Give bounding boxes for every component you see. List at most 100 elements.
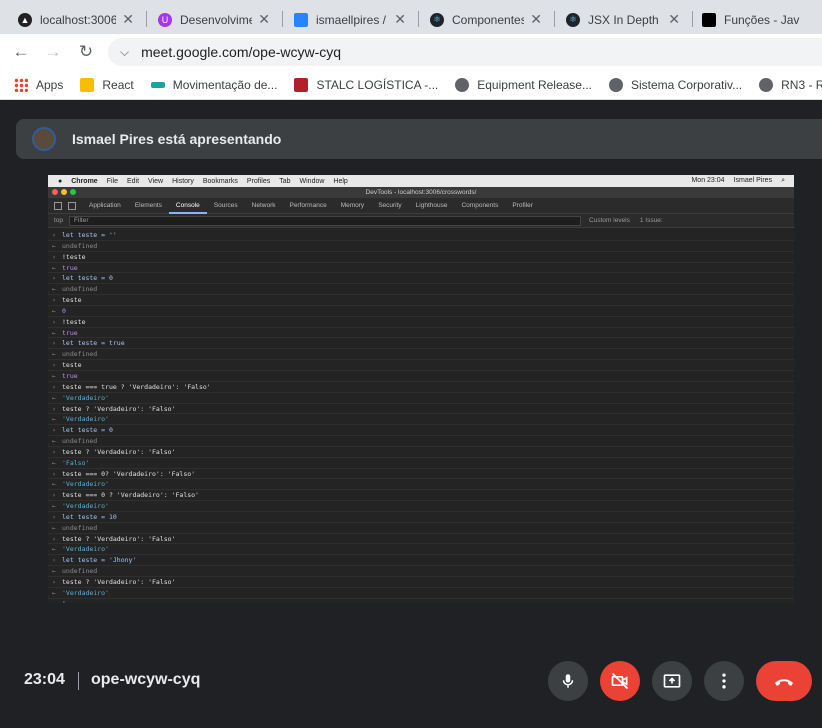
- prompt-chevron-icon: ›: [52, 274, 56, 283]
- menu-user: Ismael Pires: [733, 177, 773, 184]
- more-options-button[interactable]: [704, 661, 744, 701]
- close-icon[interactable]: ✕: [258, 11, 270, 28]
- bookmark-rn3[interactable]: RN3 - Reg: [759, 77, 822, 92]
- search-icon: ⌕: [781, 177, 785, 184]
- meeting-clock: 23:04: [24, 671, 65, 688]
- shared-screen: ● Chrome File Edit View History Bookmark…: [48, 175, 794, 603]
- console-text: 'Verdadeiro': [62, 415, 109, 424]
- close-icon[interactable]: ✕: [668, 11, 680, 28]
- result-arrow-icon: ←: [52, 458, 56, 467]
- console-text: 'Verdadeiro': [62, 393, 109, 402]
- console-text: undefined: [62, 285, 98, 294]
- camera-off-button[interactable]: [600, 661, 640, 701]
- browser-tab[interactable]: ismaellpires / ✕: [284, 5, 416, 34]
- browser-tab[interactable]: Funções - Jav: [692, 5, 822, 34]
- bookmark-sistema[interactable]: Sistema Corporativ...: [608, 77, 742, 92]
- menu-item: Bookmarks: [202, 177, 238, 185]
- prompt-chevron-icon: ›: [52, 252, 56, 261]
- bookmark-movimentacao[interactable]: Movimentação de...: [150, 78, 277, 92]
- console-line: › teste ? 'Verdadeiro': 'Falso': [48, 404, 794, 415]
- bookmark-stalc[interactable]: STALC LOGÍSTICA -...: [294, 77, 439, 92]
- udemy-icon: U: [158, 12, 172, 27]
- console-line: ← 'Verdadeiro': [48, 544, 794, 556]
- bookmark-label: STALC LOGÍSTICA -...: [316, 77, 439, 92]
- browser-tab[interactable]: ⚛ JSX In Depth ✕: [556, 5, 690, 34]
- console-text: let teste = 10: [62, 512, 117, 521]
- console-text: teste: [62, 361, 82, 370]
- forward-arrow-icon[interactable]: →: [42, 42, 64, 62]
- menu-item: View: [148, 177, 164, 185]
- bitbucket-icon: [294, 12, 308, 27]
- console-line: › let teste = '': [48, 230, 794, 241]
- reload-icon[interactable]: ↻: [75, 42, 97, 62]
- react-icon: ⚛: [430, 12, 444, 27]
- bookmark-react[interactable]: React: [80, 77, 134, 92]
- console-line: › teste: [48, 360, 794, 371]
- prompt-chevron-icon: ›: [52, 556, 56, 565]
- browser-tab[interactable]: U Desenvolvimento ✕: [148, 5, 280, 34]
- console-line: ← 'Verdadeiro': [48, 479, 794, 491]
- mdn-icon: [702, 12, 716, 27]
- address-bar[interactable]: ⌵ meet.google.com/ope-wcyw-cyq: [108, 38, 822, 66]
- apple-icon: ●: [58, 177, 63, 185]
- console-text: 0: [62, 306, 66, 315]
- console-text: teste ? 'Verdadeiro': 'Falso': [62, 578, 176, 586]
- minimize-window-icon: [61, 189, 67, 195]
- bookmark-apps[interactable]: Apps: [14, 77, 63, 92]
- devtools-title-bar: DevTools - localhost:3006/crosswords/: [48, 187, 794, 198]
- console-line: ← undefined: [48, 349, 794, 361]
- bookmark-equipment[interactable]: Equipment Release...: [455, 77, 592, 92]
- console-line: › teste ? 'Verdadeiro': 'Falso': [48, 447, 794, 458]
- menu-item: Profiles: [246, 177, 271, 185]
- console-text: teste === 0? 'Verdadeiro': 'Falso': [62, 469, 196, 478]
- devtools-tab: Profiler: [512, 201, 533, 209]
- result-arrow-icon: ←: [52, 523, 56, 532]
- console-text: 'Verdadeiro': [62, 502, 109, 511]
- globe-icon: [608, 77, 623, 92]
- prompt-chevron-icon: ›: [52, 469, 56, 478]
- browser-tab[interactable]: ⚛ Componentes ✕: [420, 5, 552, 34]
- prompt-chevron-icon: ›: [52, 447, 56, 456]
- console-line: › teste === 0 ? 'Verdadeiro': 'Falso': [48, 490, 794, 502]
- result-arrow-icon: ←: [52, 545, 56, 554]
- present-button[interactable]: [652, 661, 692, 701]
- devtools-tab: Memory: [340, 201, 365, 209]
- console-text: 'Verdadeiro': [62, 545, 109, 554]
- console-text: undefined: [62, 241, 98, 250]
- console-line: ← 'Verdadeiro': [48, 588, 794, 599]
- bookmark-label: Equipment Release...: [477, 77, 592, 92]
- bookmark-label: React: [102, 77, 134, 92]
- close-icon[interactable]: ✕: [530, 11, 542, 28]
- globe-icon: [455, 77, 470, 92]
- console-line: ← undefined: [48, 436, 794, 447]
- console-line: › let teste = 0: [48, 425, 794, 437]
- console-line: ← 'Verdadeiro': [48, 414, 794, 426]
- menu-item: Window: [299, 177, 325, 185]
- meet-control-bar: 23:04 ope-wcyw-cyq: [0, 645, 822, 715]
- close-icon[interactable]: ✕: [394, 11, 406, 28]
- console-line: › let teste = true: [48, 338, 794, 350]
- tab-label: Funções - Jav: [724, 12, 800, 27]
- console-text: 'Verdadeiro': [62, 480, 109, 489]
- console-output: › let teste = '' ← undefined › !teste ← true › le…: [48, 228, 794, 603]
- leave-call-button[interactable]: [756, 661, 812, 701]
- tab-label: Desenvolvimento: [180, 12, 253, 27]
- devtools-tab: Lighthouse: [415, 201, 448, 209]
- prompt-chevron-icon: ›: [52, 231, 56, 239]
- prompt-chevron-icon: ›: [52, 491, 56, 500]
- console-text: teste ? 'Verdadeiro': 'Falso': [62, 404, 176, 413]
- microphone-button[interactable]: [548, 661, 588, 701]
- browser-tab[interactable]: ▲ localhost:3006 ✕: [8, 5, 144, 34]
- console-text: undefined: [62, 567, 98, 576]
- site-info-icon[interactable]: ⌵: [120, 45, 129, 60]
- prompt-chevron-icon: ›: [52, 296, 56, 305]
- menu-item: Help: [333, 177, 348, 185]
- prompt-chevron-icon: ›: [52, 512, 56, 521]
- back-arrow-icon[interactable]: ←: [10, 42, 32, 62]
- console-line: ← 0: [48, 306, 794, 317]
- devtools-tab: Network: [251, 201, 276, 209]
- menu-item: Tab: [279, 177, 291, 185]
- close-icon[interactable]: ✕: [122, 11, 134, 28]
- menu-app-name: Chrome: [71, 177, 98, 185]
- result-arrow-icon: ←: [52, 241, 56, 250]
